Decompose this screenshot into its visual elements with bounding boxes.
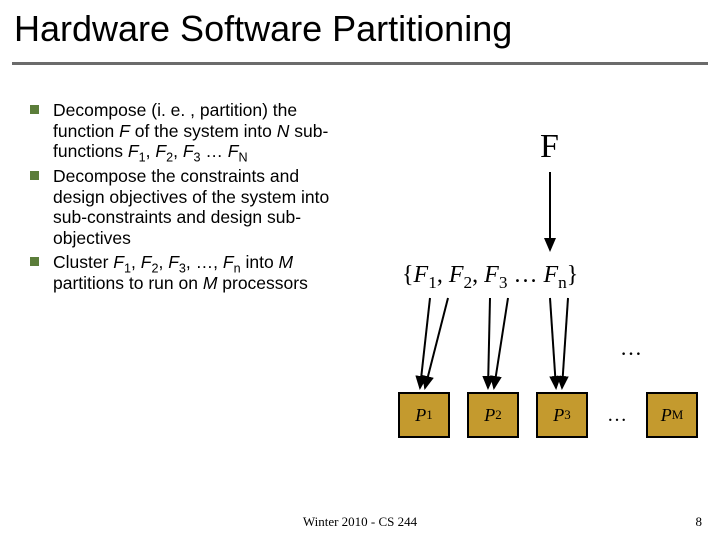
bullet-list: Decompose (i. e. , partition) the functi…: [30, 100, 350, 298]
diagram: F {F1, F2, F3 … Fn} … P1 P2 P3 … PM: [370, 100, 710, 460]
processor-box: PM: [646, 392, 698, 438]
footer-text: Winter 2010 - CS 244: [0, 514, 720, 530]
diagram-function-set: {F1, F2, F3 … Fn}: [402, 262, 578, 289]
bullet-text: Decompose the constraints and design obj…: [53, 166, 350, 249]
processor-row: P1 P2 P3 … PM: [398, 392, 698, 438]
bullet-item: Cluster F1, F2, F3, …, Fn into M partiti…: [30, 252, 350, 293]
bullet-marker-icon: [30, 171, 39, 180]
bullet-marker-icon: [30, 105, 39, 114]
diagram-function-f: F: [540, 128, 559, 166]
diagram-ellipsis: …: [620, 335, 642, 361]
bullet-marker-icon: [30, 257, 39, 266]
processor-ellipsis: …: [605, 404, 629, 427]
processor-box: P2: [467, 392, 519, 438]
page-number: 8: [696, 514, 703, 530]
slide-title: Hardware Software Partitioning: [14, 8, 512, 50]
processor-box: P1: [398, 392, 450, 438]
bullet-item: Decompose (i. e. , partition) the functi…: [30, 100, 350, 162]
bullet-item: Decompose the constraints and design obj…: [30, 166, 350, 249]
bullet-text: Cluster F1, F2, F3, …, Fn into M partiti…: [53, 252, 350, 293]
bullet-text: Decompose (i. e. , partition) the functi…: [53, 100, 350, 162]
title-underline: [12, 62, 708, 65]
processor-box: P3: [536, 392, 588, 438]
